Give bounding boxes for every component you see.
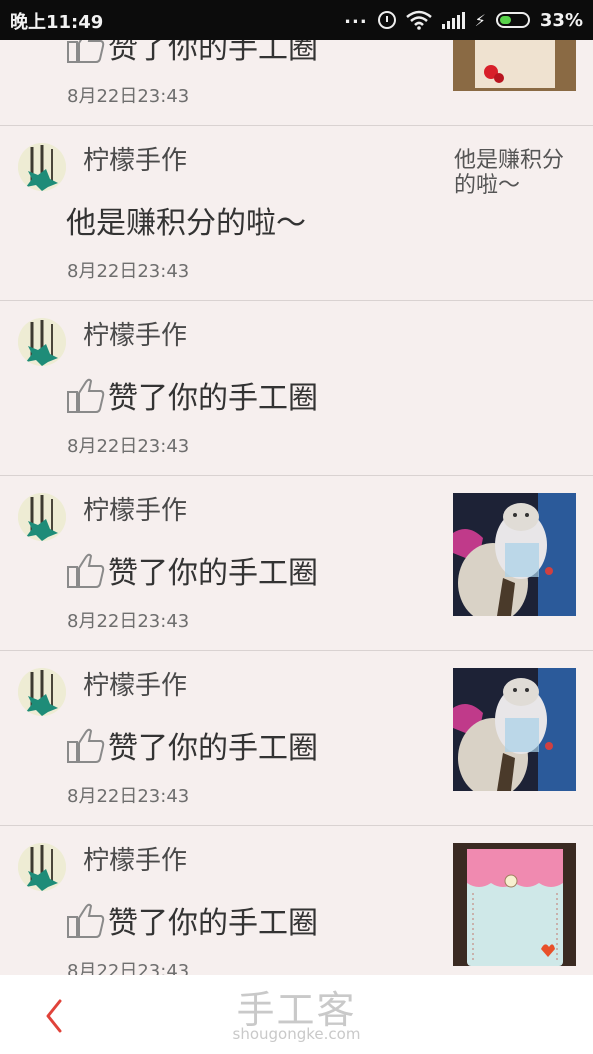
list-item[interactable]: 柠檬手作 赞了你的手工圈 8月22日23:43 (0, 301, 593, 476)
item-content: 他是赚积分的啦～ (66, 198, 306, 242)
item-content: 赞了你的手工圈 (66, 548, 318, 592)
avatar-image (18, 143, 66, 191)
list-item[interactable]: 柠檬手作 他是赚积分的啦～ 8月22日23:43 他是赚积分的啦～ (0, 126, 593, 301)
thumbs-up-icon (67, 728, 105, 763)
status-bar: 晚上11:49 ... ⚡ 33% (0, 0, 593, 40)
item-content-text: 赞了你的手工圈 (108, 731, 318, 766)
username[interactable]: 柠檬手作 (83, 315, 187, 352)
avatar[interactable] (18, 668, 66, 716)
thumbs-up-icon (67, 903, 105, 938)
signal-icon (441, 11, 465, 29)
item-content: 赞了你的手工圈 (66, 373, 318, 417)
item-timestamp: 8月22日23:43 (67, 786, 190, 807)
item-content-text: 他是赚积分的啦～ (66, 206, 306, 241)
thumbs-up-icon (67, 378, 105, 413)
username[interactable]: 柠檬手作 (83, 665, 187, 702)
list-item[interactable]: 柠檬手作 赞了你的手工圈 8月22日23:43 (0, 651, 593, 826)
item-content: 赞了你的手工圈 (66, 723, 318, 767)
avatar-image (18, 318, 66, 366)
wifi-icon (405, 10, 432, 30)
battery-percent: 33% (539, 9, 583, 31)
item-timestamp: 8月22日23:43 (67, 436, 190, 457)
photo-plush-sheep (453, 493, 576, 616)
photo-felt-pouch (453, 843, 576, 966)
avatar[interactable] (18, 143, 66, 191)
charging-icon: ⚡ (474, 10, 486, 30)
avatar-image (18, 843, 66, 891)
item-content: 赞了你的手工圈 (66, 898, 318, 942)
avatar[interactable] (18, 318, 66, 366)
alarm-icon (377, 11, 396, 29)
app-logo-url: shougongke.com (232, 1025, 361, 1043)
post-thumbnail[interactable] (453, 493, 576, 616)
thumbs-up-icon (67, 553, 105, 588)
notification-dots-icon: ... (344, 6, 368, 28)
item-timestamp: 8月22日23:43 (67, 261, 190, 282)
status-time: 晚上11:49 (10, 12, 104, 33)
avatar-image (18, 493, 66, 541)
item-content-text: 赞了你的手工圈 (108, 556, 318, 591)
item-timestamp: 8月22日23:43 (67, 611, 190, 632)
bottom-bar: 手工客 shougongke.com (0, 975, 593, 1054)
item-content-text: 赞了你的手工圈 (108, 381, 318, 416)
username[interactable]: 柠檬手作 (83, 490, 187, 527)
post-thumbnail[interactable] (453, 843, 576, 966)
avatar[interactable] (18, 843, 66, 891)
battery-icon (495, 12, 530, 28)
avatar-image (18, 668, 66, 716)
post-thumbnail[interactable] (453, 668, 576, 791)
item-timestamp: 8月22日23:43 (67, 86, 190, 107)
item-content-text: 赞了你的手工圈 (108, 906, 318, 941)
username[interactable]: 柠檬手作 (83, 140, 187, 177)
avatar[interactable] (18, 493, 66, 541)
username[interactable]: 柠檬手作 (83, 840, 187, 877)
photo-plush-sheep (453, 668, 576, 791)
status-icons: ... ⚡ 33% (344, 6, 583, 32)
list-item[interactable]: 柠檬手作 赞了你的手工圈 8月22日23:43 (0, 476, 593, 651)
post-thumbnail-text[interactable]: 他是赚积分的啦～ (454, 148, 584, 198)
